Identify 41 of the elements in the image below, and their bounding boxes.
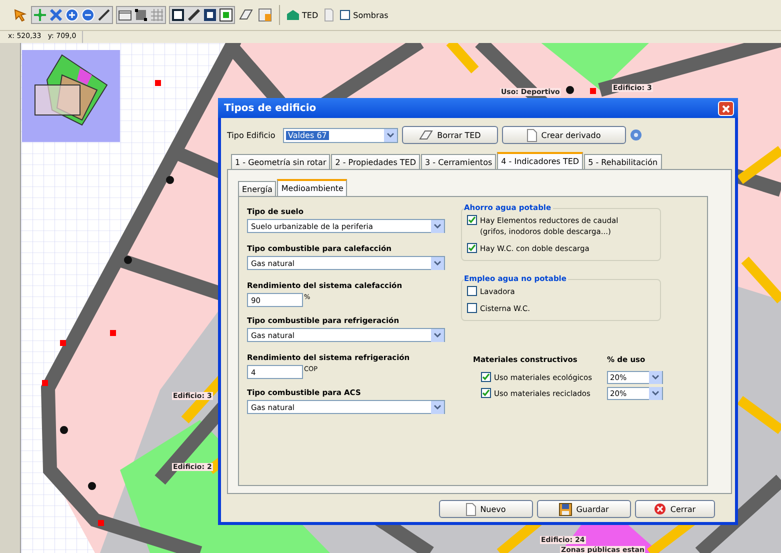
cancel-button[interactable]: Cerrar xyxy=(635,500,715,518)
checkbox[interactable] xyxy=(467,243,477,253)
square-icon[interactable] xyxy=(218,7,234,23)
action-button[interactable]: Crear derivado xyxy=(502,126,626,144)
document-icon xyxy=(466,502,476,516)
nodes-icon[interactable] xyxy=(133,7,149,23)
tab[interactable]: 1 - Geometría sin rotar xyxy=(231,154,330,169)
checkbox[interactable] xyxy=(467,303,477,313)
shadows-checkbox[interactable] xyxy=(340,10,350,20)
tab[interactable]: 3 - Cerramientos xyxy=(421,154,496,169)
action-button[interactable]: Borrar TED xyxy=(402,126,498,144)
shadows-label: Sombras xyxy=(353,10,388,20)
square-icon[interactable] xyxy=(170,7,186,23)
checkbox[interactable] xyxy=(481,388,491,398)
tab[interactable]: 2 - Propiedades TED xyxy=(331,154,420,169)
close-button[interactable] xyxy=(718,100,734,116)
zoom-in-icon[interactable] xyxy=(64,7,80,23)
pointer-icon[interactable] xyxy=(12,7,28,23)
overview-map[interactable] xyxy=(22,50,120,142)
layer-icon[interactable] xyxy=(257,7,273,23)
checkbox[interactable] xyxy=(467,215,477,225)
type-select[interactable]: Valdes 67 xyxy=(283,128,398,142)
type-label: Tipo Edificio xyxy=(227,130,276,140)
save-button[interactable]: Guardar xyxy=(537,500,631,518)
eraser-icon xyxy=(419,129,434,141)
close-icon xyxy=(654,503,666,515)
document-icon xyxy=(527,128,538,142)
zoom-out-icon[interactable] xyxy=(80,7,96,23)
new-button[interactable]: Nuevo xyxy=(439,500,533,518)
ted-button[interactable]: TED xyxy=(286,9,318,21)
close-icon xyxy=(721,104,731,114)
square-icon[interactable] xyxy=(202,7,218,23)
window-title: Tipos de edificio xyxy=(224,102,316,114)
tab[interactable]: 5 - Rehabilitación xyxy=(584,154,662,169)
checkbox[interactable] xyxy=(481,372,491,382)
save-icon xyxy=(559,502,572,516)
tab[interactable]: Energía xyxy=(238,181,276,196)
tab[interactable]: 4 - Indicadores TED xyxy=(497,152,584,169)
building-icon xyxy=(286,9,300,21)
checkbox[interactable] xyxy=(467,286,477,296)
tab[interactable]: Medioambiente xyxy=(277,179,348,196)
